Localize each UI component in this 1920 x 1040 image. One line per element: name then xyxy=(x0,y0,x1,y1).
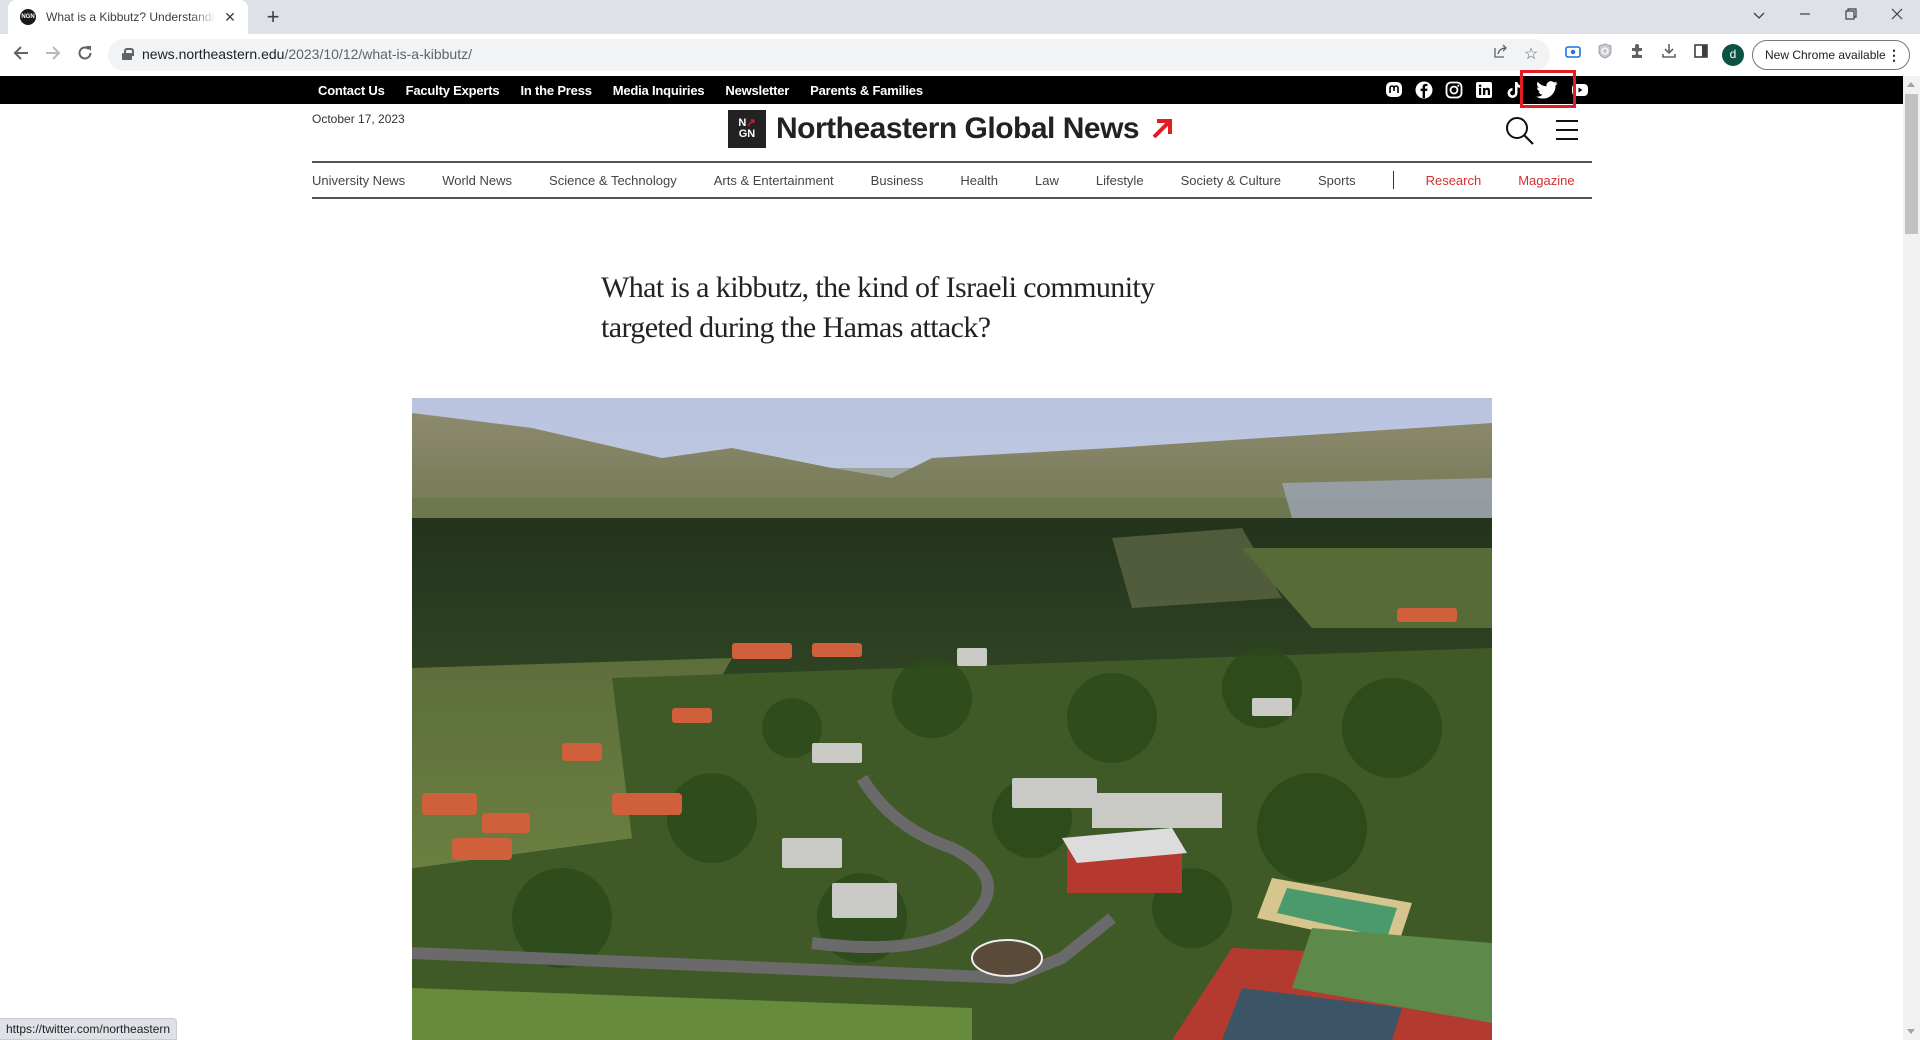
side-panel-icon[interactable] xyxy=(1688,42,1714,68)
nav-arts-entertainment[interactable]: Arts & Entertainment xyxy=(714,173,834,188)
twitter-link-highlight-box xyxy=(1520,70,1576,108)
instagram-icon[interactable] xyxy=(1444,80,1464,100)
logo-mark-bottom: GN xyxy=(738,128,756,140)
nav-magazine[interactable]: Magazine xyxy=(1518,173,1574,188)
link-newsletter[interactable]: Newsletter xyxy=(725,83,789,98)
current-date: October 17, 2023 xyxy=(312,112,405,126)
favicon-text: NGN xyxy=(21,14,35,20)
article-hero-image xyxy=(412,398,1492,1040)
page-scrollbar[interactable] xyxy=(1903,76,1920,1040)
nav-divider xyxy=(1392,171,1394,189)
nav-society-culture[interactable]: Society & Culture xyxy=(1181,173,1281,188)
shield-extension-icon[interactable] xyxy=(1592,42,1618,68)
browser-toolbar: news.northeastern.edu/2023/10/12/what-is… xyxy=(0,34,1920,76)
address-url: news.northeastern.edu/2023/10/12/what-is… xyxy=(142,46,472,62)
reload-icon[interactable] xyxy=(70,40,100,70)
kibbutz-aerial-photo xyxy=(412,398,1492,1040)
address-bar[interactable]: news.northeastern.edu/2023/10/12/what-is… xyxy=(108,39,1550,71)
tab-close-icon[interactable]: ✕ xyxy=(222,9,238,26)
chrome-menu-icon[interactable]: ⋮ xyxy=(1887,41,1901,69)
tab-title: What is a Kibbutz? Understanding xyxy=(46,10,216,24)
link-contact-us[interactable]: Contact Us xyxy=(318,83,385,98)
star-icon[interactable]: ☆ xyxy=(1518,42,1544,68)
back-icon[interactable] xyxy=(6,40,36,70)
site-favicon-icon: NGN xyxy=(20,9,36,25)
article-headline: What is a kibbutz, the kind of Israeli c… xyxy=(601,271,1155,344)
linkedin-icon[interactable] xyxy=(1474,80,1494,100)
ngn-logo-mark-icon: N↗ GN xyxy=(728,110,766,148)
share-icon[interactable] xyxy=(1488,42,1514,68)
nav-university-news[interactable]: University News xyxy=(312,173,405,188)
logo-arrow-icon xyxy=(1152,119,1173,139)
restore-icon[interactable] xyxy=(1828,0,1874,30)
minimize-icon[interactable] xyxy=(1782,0,1828,30)
url-path: /2023/10/12/what-is-a-kibbutz/ xyxy=(284,46,472,62)
link-faculty-experts[interactable]: Faculty Experts xyxy=(406,83,500,98)
link-media-inquiries[interactable]: Media Inquiries xyxy=(613,83,705,98)
new-tab-button[interactable]: + xyxy=(260,4,286,30)
facebook-icon[interactable] xyxy=(1414,80,1434,100)
site-name: Northeastern Global News xyxy=(776,112,1140,145)
url-domain: news.northeastern.edu xyxy=(142,46,285,62)
close-window-icon[interactable] xyxy=(1874,0,1920,30)
update-button-label: New Chrome available xyxy=(1765,48,1886,62)
nav-sports[interactable]: Sports xyxy=(1318,173,1356,188)
link-parents-families[interactable]: Parents & Families xyxy=(810,83,923,98)
nav-business[interactable]: Business xyxy=(871,173,924,188)
site-logo[interactable]: N↗ GN Northeastern Global News xyxy=(728,110,1173,148)
tab-search-chevron-icon[interactable] xyxy=(1736,0,1782,30)
scrollbar-thumb[interactable] xyxy=(1905,94,1918,234)
mastodon-icon[interactable] xyxy=(1384,80,1404,100)
nav-research[interactable]: Research xyxy=(1426,173,1482,188)
category-nav: University News World News Science & Tec… xyxy=(312,161,1592,199)
scroll-up-arrow-icon[interactable] xyxy=(1907,82,1915,87)
screencast-icon[interactable] xyxy=(1560,42,1586,68)
nav-lifestyle[interactable]: Lifestyle xyxy=(1096,173,1144,188)
lock-icon[interactable] xyxy=(122,48,134,60)
new-chrome-available-button[interactable]: New Chrome available ⋮ xyxy=(1752,40,1910,70)
link-in-the-press[interactable]: In the Press xyxy=(520,83,591,98)
nav-science-technology[interactable]: Science & Technology xyxy=(549,173,677,188)
browser-tab-active[interactable]: NGN What is a Kibbutz? Understanding ✕ xyxy=(8,0,248,34)
site-utility-bar: Contact Us Faculty Experts In the Press … xyxy=(0,76,1903,104)
search-icon[interactable] xyxy=(1504,115,1536,147)
forward-icon[interactable] xyxy=(38,40,68,70)
nav-health[interactable]: Health xyxy=(960,173,998,188)
browser-tab-strip: NGN What is a Kibbutz? Understanding ✕ + xyxy=(0,0,1920,34)
nav-law[interactable]: Law xyxy=(1035,173,1059,188)
scroll-down-arrow-icon[interactable] xyxy=(1907,1029,1915,1034)
link-status-bubble: https://twitter.com/northeastern xyxy=(0,1018,178,1040)
nav-world-news[interactable]: World News xyxy=(442,173,512,188)
hamburger-menu-icon[interactable] xyxy=(1554,118,1580,142)
profile-avatar[interactable]: d xyxy=(1722,44,1744,66)
download-icon[interactable] xyxy=(1656,42,1682,68)
extensions-icon[interactable] xyxy=(1624,42,1650,68)
utility-links: Contact Us Faculty Experts In the Press … xyxy=(318,76,923,104)
